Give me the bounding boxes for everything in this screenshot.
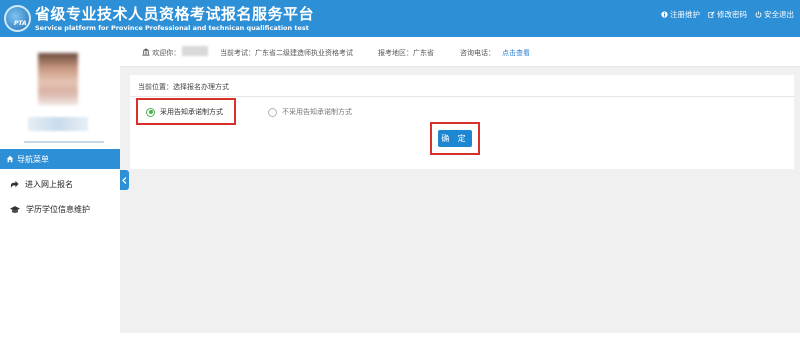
main-content: 欢迎你： 当前考试：广东省二级建造师执业资格考试 报考地区：广东省 咨询电话： … <box>120 37 800 333</box>
header-links: 注册维护 修改密码 安全退出 <box>661 9 794 20</box>
option-label: 不采用告知承诺制方式 <box>282 108 352 116</box>
radio-unchecked-icon <box>268 107 277 117</box>
sidebar-item-label: 学历学位信息维护 <box>26 204 90 214</box>
exam-region: 报考地区：广东省 <box>378 49 434 57</box>
sidebar-item-label: 进入网上报名 <box>25 179 73 189</box>
option-no-commitment-radio[interactable]: 不采用告知承诺制方式 <box>268 107 352 117</box>
register-maintain-link[interactable]: 注册维护 <box>661 9 700 20</box>
sidebar-collapse-toggle[interactable] <box>120 170 129 190</box>
platform-logo: PTA <box>4 5 31 32</box>
phone-label: 咨询电话： <box>460 49 495 57</box>
highlight-box-confirm <box>430 122 480 155</box>
sidebar: 导航菜单 进入网上报名 学历学位信息维护 <box>0 37 120 339</box>
logout-link[interactable]: 安全退出 <box>755 9 794 20</box>
platform-title: 省级专业技术人员资格考试报名服务平台 <box>35 5 315 23</box>
top-header: PTA 省级专业技术人员资格考试报名服务平台 Service platform … <box>0 0 800 37</box>
info-icon <box>661 11 668 18</box>
welcome-label: 欢迎你： <box>142 48 180 58</box>
edit-icon <box>708 11 715 18</box>
nav-menu-label: 导航菜单 <box>17 154 49 164</box>
platform-subtitle: Service platform for Province Profession… <box>35 24 309 32</box>
registration-method-panel: 当前位置：选择报名办理方式 采用告知承诺制方式 不采用告知承诺制方式 确 定 <box>130 75 794 169</box>
chevron-left-icon <box>122 176 127 184</box>
breadcrumb: 当前位置：选择报名办理方式 <box>138 83 229 91</box>
user-avatar <box>38 53 78 105</box>
graduation-cap-icon <box>10 205 20 213</box>
highlight-box-option <box>136 98 236 125</box>
sidebar-divider <box>24 141 104 143</box>
share-arrow-icon <box>10 180 19 188</box>
home-icon <box>6 155 14 163</box>
welcome-username-blurred <box>182 46 208 56</box>
sidebar-item-education-info[interactable]: 学历学位信息维护 <box>0 200 120 218</box>
current-exam: 当前考试：广东省二级建造师执业资格考试 <box>220 49 353 57</box>
panel-divider <box>130 96 794 97</box>
change-password-link[interactable]: 修改密码 <box>708 9 747 20</box>
phone-view-link[interactable]: 点击查看 <box>502 48 530 58</box>
bank-icon <box>142 48 150 56</box>
user-info-bar: 欢迎你： 当前考试：广东省二级建造师执业资格考试 报考地区：广东省 咨询电话： … <box>120 37 800 67</box>
sidebar-item-online-registration[interactable]: 进入网上报名 <box>0 175 120 193</box>
nav-menu-header: 导航菜单 <box>0 149 120 169</box>
user-name-blurred <box>28 117 88 131</box>
power-icon <box>755 11 762 18</box>
